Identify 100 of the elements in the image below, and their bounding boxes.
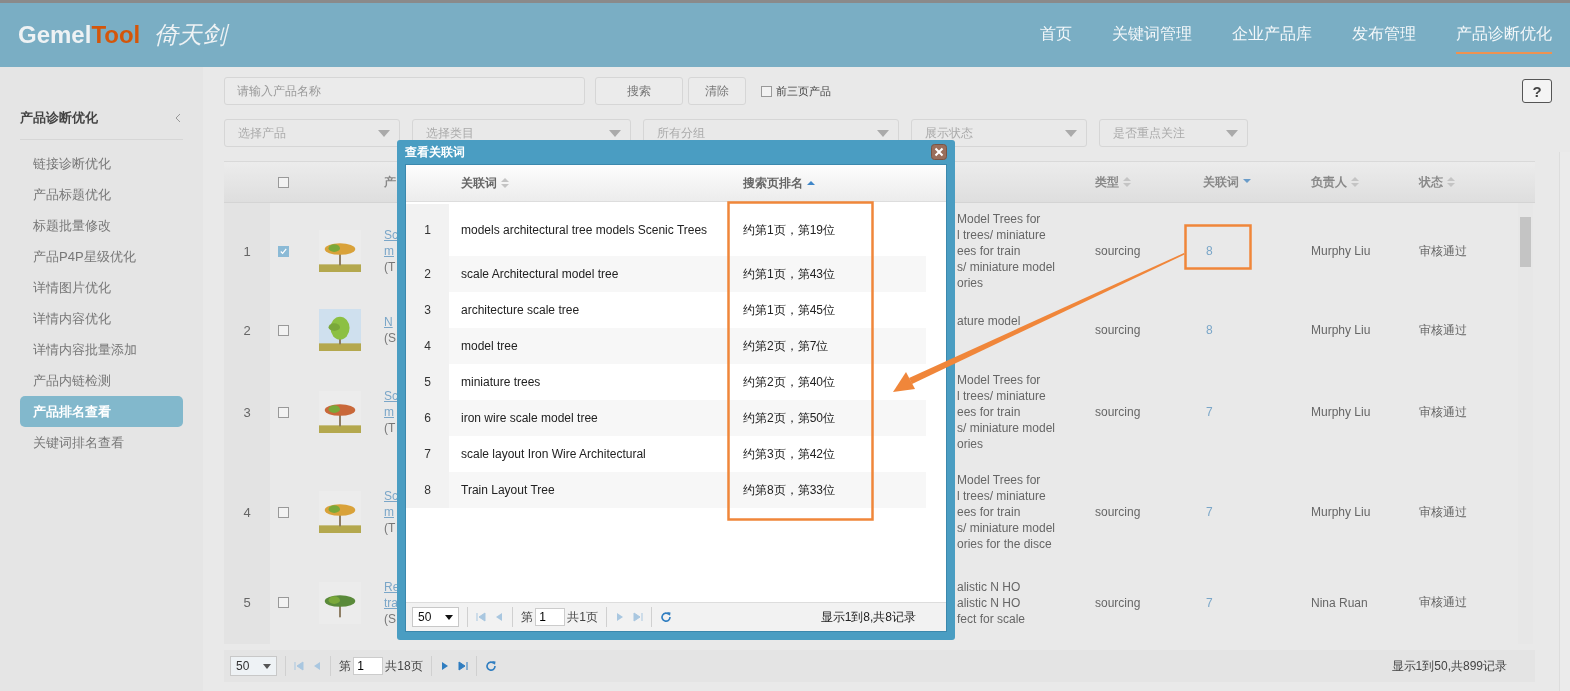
nav-link[interactable]: 企业产品库 <box>1232 16 1312 54</box>
checkbox[interactable] <box>277 176 289 188</box>
sidebar-item[interactable]: 详情内容优化 <box>20 303 183 334</box>
product-link[interactable]: m <box>384 504 394 520</box>
product-note: (T <box>384 259 396 275</box>
description-text: ature model <box>957 313 1021 329</box>
sidebar-item[interactable]: 详情图片优化 <box>20 272 183 303</box>
page-input[interactable]: 1 <box>535 608 566 626</box>
sidebar-item[interactable]: 标题批量修改 <box>20 210 183 241</box>
description-text: l trees/ miniature <box>957 488 1046 504</box>
column-header[interactable]: 关联词 <box>1203 173 1239 191</box>
previous-page-icon[interactable] <box>312 661 323 671</box>
table-cell-text: 审核通过 <box>1419 242 1468 260</box>
table-cell-text: 约第8页，第33位 <box>742 482 837 498</box>
product-link[interactable]: Sc <box>384 227 398 243</box>
page-label: 第 <box>521 608 534 626</box>
nav-link[interactable]: 首页 <box>1040 16 1072 54</box>
last-page-icon[interactable] <box>633 612 644 622</box>
nav-link[interactable]: 关键词管理 <box>1112 16 1192 54</box>
table-cell-text: sourcing <box>1095 405 1142 419</box>
sort-icon[interactable] <box>1122 176 1132 188</box>
dropdown[interactable]: 是否重点关注 <box>1099 119 1248 147</box>
caret-icon[interactable] <box>263 663 272 669</box>
first-page-icon[interactable] <box>294 661 305 671</box>
product-link[interactable]: m <box>384 404 394 420</box>
checkbox[interactable] <box>277 406 289 418</box>
checkbox[interactable] <box>277 506 289 518</box>
sort-icon[interactable] <box>1350 176 1360 188</box>
table-cell-text: scale Architectural model tree <box>460 266 620 282</box>
checkbox-label: 前三页产品 <box>776 83 831 99</box>
description-text: Model Trees for <box>957 211 1041 227</box>
next-page-icon[interactable] <box>439 661 450 671</box>
description-text: alistic N HO <box>957 594 1021 611</box>
product-link[interactable]: Sc <box>384 388 398 404</box>
checkbox[interactable] <box>277 324 289 336</box>
description-text: ories for the disce <box>957 536 1052 552</box>
keyword-count-link[interactable]: 8 <box>1203 323 1213 337</box>
caret-icon[interactable] <box>445 614 454 620</box>
column-header[interactable]: 搜索页排名 <box>743 174 803 192</box>
sidebar-item[interactable]: 产品内链检测 <box>20 365 183 396</box>
keyword-count-link[interactable]: 7 <box>1203 505 1213 519</box>
page-size-select[interactable]: 50 <box>230 656 278 676</box>
table-cell-text: 约第2页，第7位 <box>742 338 830 354</box>
product-link[interactable]: m <box>384 243 394 259</box>
table-cell-text: sourcing <box>1095 244 1142 258</box>
sidebar-item[interactable]: 关键词排名查看 <box>20 427 183 458</box>
sidebar-item[interactable]: 详情内容批量添加 <box>20 334 183 365</box>
collapse-icon[interactable] <box>175 113 181 123</box>
previous-page-icon[interactable] <box>494 612 505 622</box>
last-page-icon[interactable] <box>457 661 468 671</box>
table-cell-text: Train Layout Tree <box>460 482 556 498</box>
table-cell-text: 约第1页，第19位 <box>742 222 837 238</box>
table-cell-text: model tree <box>460 338 519 354</box>
sidebar-item[interactable]: 产品标题优化 <box>20 179 183 210</box>
column-header[interactable]: 负责人 <box>1311 173 1347 191</box>
sidebar-item[interactable]: 链接诊断优化 <box>20 148 183 179</box>
keyword-count-link[interactable]: 8 <box>1203 244 1213 258</box>
description-text: s/ miniature model <box>957 259 1056 275</box>
close-icon[interactable] <box>931 144 947 160</box>
column-header: 产 <box>384 174 396 189</box>
help-button[interactable]: ? <box>1522 79 1552 103</box>
sort-icon[interactable] <box>500 177 510 189</box>
column-header[interactable]: 关联词 <box>461 174 497 192</box>
refresh-icon[interactable] <box>660 611 673 623</box>
page-input[interactable]: 1 <box>353 657 384 675</box>
table-cell-text: Murphy Liu <box>1311 505 1372 519</box>
sidebar-item[interactable]: 产品P4P星级优化 <box>20 241 183 272</box>
checkbox[interactable] <box>761 85 772 97</box>
first-page-icon[interactable] <box>476 612 487 622</box>
table-cell-text: Murphy Liu <box>1311 244 1372 258</box>
checkbox[interactable] <box>277 245 289 257</box>
row-number: 8 <box>406 472 449 508</box>
clear-button[interactable]: 清除 <box>688 77 746 105</box>
sort-icon[interactable] <box>1446 176 1456 188</box>
product-link[interactable]: Sc <box>384 488 398 504</box>
table-cell-text: Murphy Liu <box>1311 323 1372 337</box>
product-link[interactable]: tra <box>384 594 398 611</box>
dropdown[interactable]: 选择产品 <box>224 119 400 147</box>
refresh-icon[interactable] <box>484 660 497 672</box>
column-header[interactable]: 类型 <box>1095 173 1119 191</box>
record-summary: 显示1到50,共899记录 <box>1391 657 1508 675</box>
product-link[interactable]: N <box>384 314 393 330</box>
keyword-count-link[interactable]: 7 <box>1203 405 1213 419</box>
description-text: s/ miniature model <box>957 520 1056 536</box>
page-label: 第 <box>339 657 352 675</box>
keyword-count-link[interactable]: 7 <box>1203 595 1213 610</box>
page-total: 共18页 <box>385 657 423 675</box>
search-field[interactable]: 请输入产品名称 <box>224 77 585 105</box>
description-text: Model Trees for <box>957 372 1041 388</box>
page-size-select[interactable]: 50 <box>412 607 460 627</box>
description-text: s/ miniature model <box>957 420 1056 436</box>
checkbox[interactable] <box>277 597 289 608</box>
nav-link[interactable]: 发布管理 <box>1352 16 1416 54</box>
nav-link[interactable]: 产品诊断优化 <box>1456 16 1552 54</box>
sidebar-item[interactable]: 产品排名查看 <box>20 396 183 427</box>
product-note: (S <box>384 330 396 346</box>
search-button[interactable]: 搜索 <box>595 77 683 105</box>
row-number: 5 <box>224 561 270 644</box>
column-header[interactable]: 状态 <box>1419 173 1443 191</box>
sidebar-title: 产品诊断优化 <box>20 109 98 127</box>
